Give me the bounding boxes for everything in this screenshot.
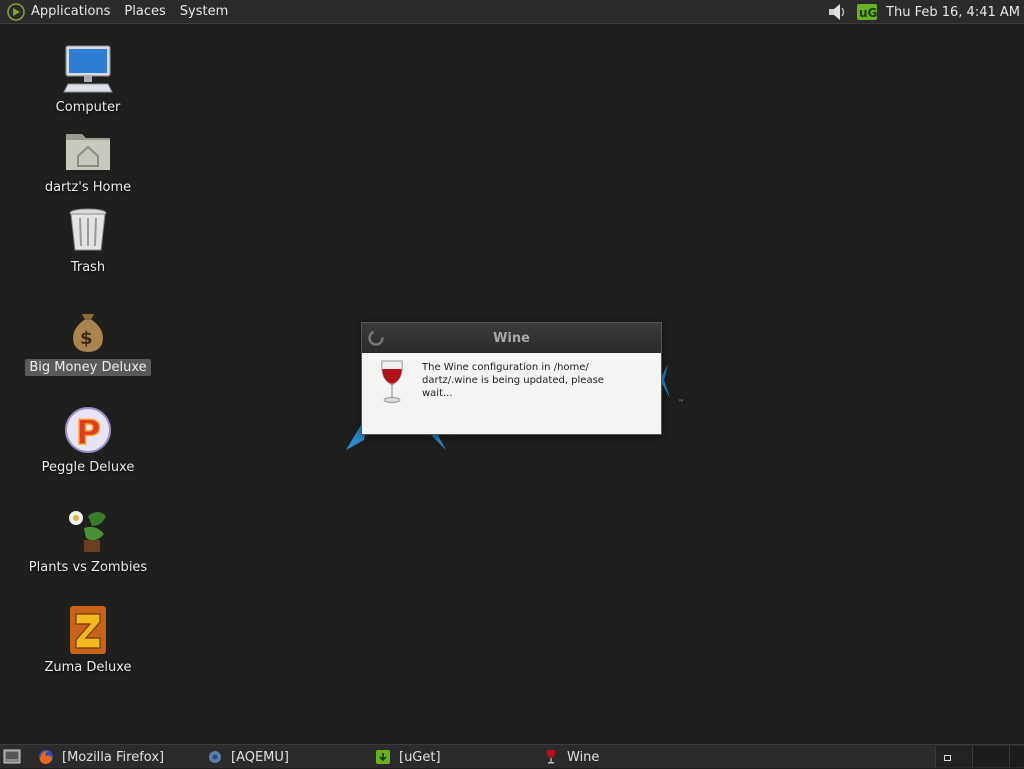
wine-icon xyxy=(546,750,556,764)
distro-logo-icon[interactable] xyxy=(7,2,25,21)
workspace-window-marker xyxy=(944,755,951,761)
desktop-icon-big-money-deluxe[interactable]: $ Big Money Deluxe xyxy=(18,304,158,376)
desktop-icon-label: Computer xyxy=(55,100,121,115)
desktop-icon-label: Peggle Deluxe xyxy=(41,460,135,475)
zuma-icon xyxy=(70,606,106,654)
dialog-titlebar[interactable]: Wine xyxy=(362,323,661,353)
computer-icon xyxy=(63,45,113,93)
desktop-icon-trash[interactable]: Trash xyxy=(18,204,158,276)
workspace-1[interactable] xyxy=(935,746,972,767)
workspace-3[interactable] xyxy=(1009,746,1024,767)
system-tray: uG Thu Feb 16, 4:41 AM xyxy=(826,0,1024,24)
peggle-icon: P xyxy=(65,407,111,454)
desktop-icon-label: Zuma Deluxe xyxy=(44,660,132,675)
firefox-icon xyxy=(39,750,53,764)
task-label: [uGet] xyxy=(399,749,441,765)
task-aqemu[interactable]: [AQEMU] xyxy=(207,745,289,769)
dialog-title: Wine xyxy=(493,331,530,346)
svg-text:P: P xyxy=(76,413,101,453)
menu-applications[interactable]: Applications xyxy=(31,0,110,24)
clock[interactable]: Thu Feb 16, 4:41 AM xyxy=(886,5,1020,20)
menu-places[interactable]: Places xyxy=(124,0,165,24)
task-label: Wine xyxy=(567,749,600,765)
task-label: [Mozilla Firefox] xyxy=(62,749,165,765)
svg-text:™: ™ xyxy=(678,399,684,406)
svg-text:uG: uG xyxy=(859,6,877,20)
desktop-icon-label: Trash xyxy=(70,260,106,275)
task-label: [AQEMU] xyxy=(231,749,289,765)
trash-icon xyxy=(69,208,107,251)
desktop-icon-label: dartz's Home xyxy=(44,180,132,195)
plants-vs-zombies-icon xyxy=(69,511,106,552)
desktop-icon-home[interactable]: dartz's Home xyxy=(18,124,158,196)
uget-tray-icon[interactable]: uG xyxy=(856,3,878,21)
desktop-icon-computer[interactable]: Computer xyxy=(18,44,158,116)
home-folder-icon xyxy=(66,134,110,170)
aqemu-icon xyxy=(209,751,221,763)
menu-system[interactable]: System xyxy=(180,0,228,24)
wine-glass-icon xyxy=(381,360,403,403)
task-firefox[interactable]: [Mozilla Firefox] xyxy=(38,745,164,769)
uget-icon xyxy=(376,750,390,764)
wine-dialog: Wine The Wine configuration in /home/ da… xyxy=(361,322,662,435)
desktop-icon-plants-vs-zombies[interactable]: Plants vs Zombies xyxy=(18,504,158,576)
spinner-icon xyxy=(368,330,384,346)
desktop-icon-zuma-deluxe[interactable]: Zuma Deluxe xyxy=(18,604,158,676)
dialog-body: The Wine configuration in /home/ dartz/.… xyxy=(362,353,661,434)
desktop-icon-label: Plants vs Zombies xyxy=(28,560,148,575)
desktop-icon-label: Big Money Deluxe xyxy=(25,359,151,376)
task-wine[interactable]: Wine xyxy=(543,745,599,769)
desktop-icon-peggle-deluxe[interactable]: P Peggle Deluxe xyxy=(18,404,158,476)
volume-icon[interactable] xyxy=(826,3,848,21)
task-uget[interactable]: [uGet] xyxy=(375,745,441,769)
money-bag-icon: $ xyxy=(73,314,103,352)
dialog-message: The Wine configuration in /home/ dartz/.… xyxy=(422,362,604,399)
svg-text:$: $ xyxy=(80,328,93,349)
top-panel: Applications Places System uG Thu Feb 16… xyxy=(0,0,1024,24)
show-desktop-icon[interactable] xyxy=(3,748,21,765)
bottom-panel: [Mozilla Firefox] [AQEMU] [uGet] Wine xyxy=(0,744,1024,768)
workspace-2[interactable] xyxy=(972,746,1009,767)
